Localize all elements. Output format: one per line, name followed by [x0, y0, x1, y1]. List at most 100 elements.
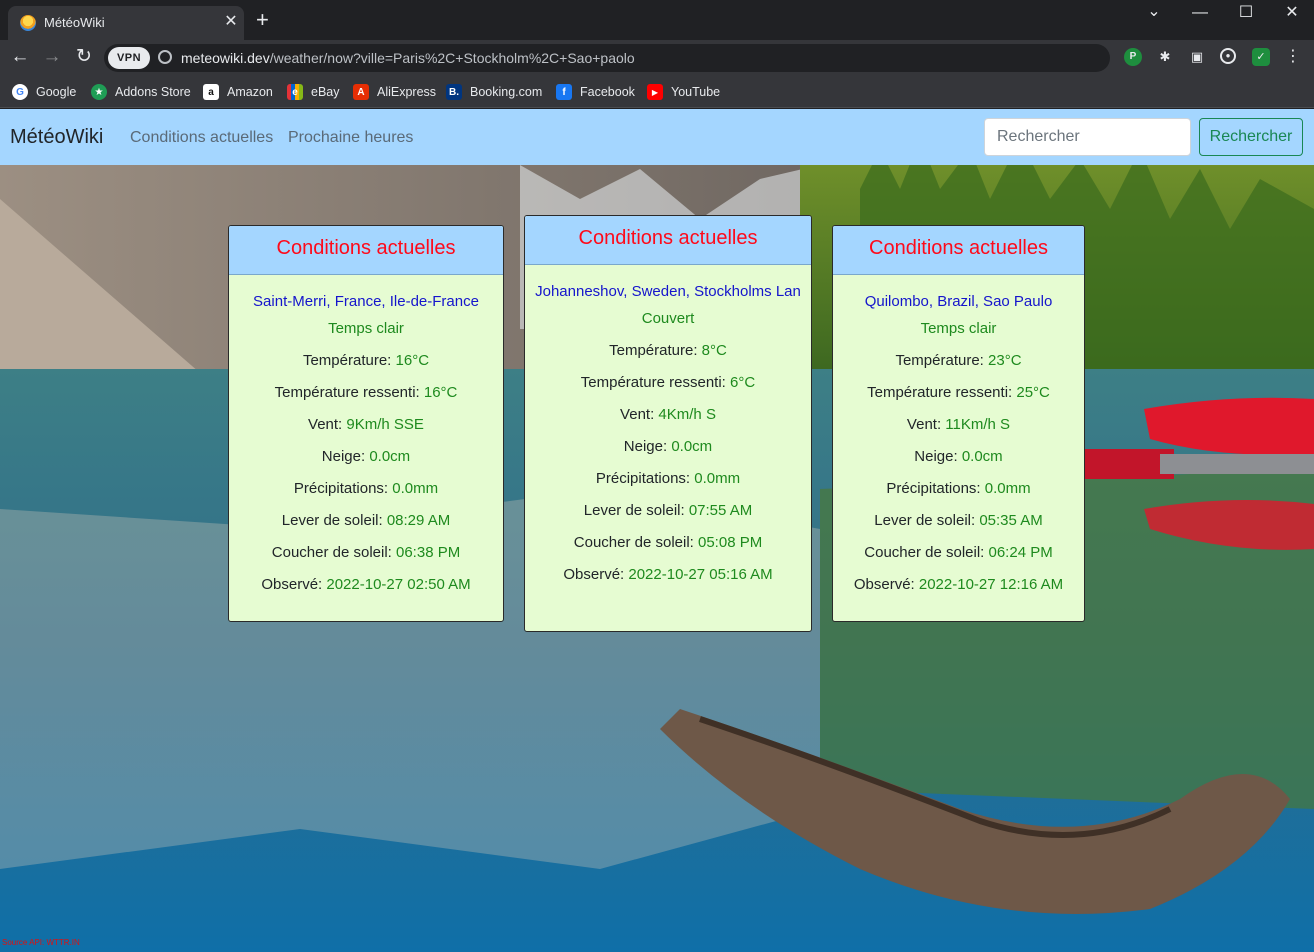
bookmark-youtube[interactable]: ▶ YouTube: [647, 83, 720, 101]
sunset-value: 05:08 PM: [698, 534, 763, 551]
precip-value: 0.0mm: [392, 480, 439, 497]
reload-icon[interactable]: ↻: [72, 47, 96, 67]
wind-label: Vent:: [308, 416, 347, 433]
close-window-icon[interactable]: ✕: [1282, 4, 1302, 22]
site-brand[interactable]: MétéoWiki: [10, 126, 103, 149]
bookmark-label: eBay: [311, 85, 340, 99]
card-header: Conditions actuelles: [525, 216, 811, 265]
sunset-value: 06:24 PM: [988, 544, 1053, 561]
temperature-value: 8°C: [701, 342, 727, 359]
bookmark-label: YouTube: [671, 85, 721, 99]
browser-tabstrip: MétéoWiki ✕ + ⌄ — ☐ ✕: [0, 0, 1314, 40]
url-path: /weather/now?ville=Paris%2C+Stockholm%2C…: [269, 50, 635, 66]
snow-value: 0.0cm: [961, 448, 1003, 465]
side-panel-icon[interactable]: ▣: [1188, 48, 1206, 66]
url-host: meteowiki.dev: [181, 50, 270, 66]
temperature-row: Température: 8°C: [535, 341, 801, 373]
close-tab-icon[interactable]: ✕: [222, 13, 240, 31]
feels-like-row: Température ressenti: 6°C: [535, 373, 801, 405]
site-favicon-icon: [20, 15, 36, 31]
card-body: Quilombo, Brazil, Sao Paulo Temps clair …: [833, 275, 1084, 607]
weather-card-sao-paulo: Conditions actuelles Quilombo, Brazil, S…: [832, 225, 1085, 622]
nav-link-current-conditions[interactable]: Conditions actuelles: [130, 129, 273, 147]
wind-label: Vent:: [620, 406, 659, 423]
search-input[interactable]: [984, 118, 1191, 156]
snow-label: Neige:: [914, 448, 962, 465]
nav-link-next-hours[interactable]: Prochaine heures: [288, 129, 413, 147]
bookmark-aliexpress[interactable]: A AliExpress: [353, 83, 436, 101]
bookmark-ebay[interactable]: e eBay: [287, 83, 340, 101]
temperature-value: 23°C: [988, 352, 1022, 369]
youtube-icon: ▶: [647, 84, 663, 100]
card-condition: Temps clair: [920, 320, 997, 337]
sunset-value: 06:38 PM: [396, 544, 461, 561]
extension-shield-icon[interactable]: ✓: [1252, 48, 1270, 66]
snow-value: 0.0cm: [671, 438, 713, 455]
sunset-label: Coucher de soleil:: [271, 544, 396, 561]
bookmark-booking[interactable]: B. Booking.com: [446, 83, 542, 101]
url-text[interactable]: meteowiki.dev/weather/now?ville=Paris%2C…: [181, 50, 635, 66]
precip-label: Précipitations:: [293, 480, 393, 497]
minimize-icon[interactable]: —: [1190, 4, 1210, 22]
extensions-puzzle-icon[interactable]: ✱: [1156, 48, 1174, 66]
bookmark-facebook[interactable]: f Facebook: [556, 83, 635, 101]
snow-label: Neige:: [321, 448, 370, 465]
extension-p-icon[interactable]: P: [1124, 48, 1142, 66]
bookmark-label: Google: [36, 85, 77, 99]
card-location: Johanneshov, Sweden, Stockholms Lan: [535, 283, 801, 300]
precip-label: Précipitations:: [595, 470, 695, 487]
weather-card-stockholm: Conditions actuelles Johanneshov, Sweden…: [524, 215, 812, 632]
site-info-icon[interactable]: [158, 50, 172, 64]
observed-row: Observé: 2022-10-27 12:16 AM: [843, 575, 1074, 607]
bookmark-addons-store[interactable]: ★ Addons Store: [91, 83, 191, 101]
feels-like-label: Température ressenti:: [274, 384, 424, 401]
bookmark-label: Booking.com: [470, 85, 543, 99]
aliexpress-icon: A: [353, 84, 369, 100]
sunrise-row: Lever de soleil: 05:35 AM: [843, 511, 1074, 543]
weather-card-paris: Conditions actuelles Saint-Merri, France…: [228, 225, 504, 622]
temperature-row: Température: 23°C: [843, 351, 1074, 383]
feels-like-label: Température ressenti:: [867, 384, 1017, 401]
bookmark-label: Amazon: [227, 85, 273, 99]
facebook-icon: f: [556, 84, 572, 100]
wind-value: 4Km/h S: [658, 406, 716, 423]
wind-row: Vent: 11Km/h S: [843, 415, 1074, 447]
tab-title: MétéoWiki: [44, 15, 105, 30]
address-bar[interactable]: VPN meteowiki.dev/weather/now?ville=Pari…: [104, 44, 1110, 72]
feels-like-label: Température ressenti:: [580, 374, 731, 391]
browser-menu-icon[interactable]: ⋮: [1284, 48, 1302, 66]
precip-value: 0.0mm: [984, 480, 1031, 497]
wind-row: Vent: 9Km/h SSE: [239, 415, 493, 447]
sunrise-value: 05:35 AM: [979, 512, 1043, 529]
precip-value: 0.0mm: [694, 470, 741, 487]
observed-row: Observé: 2022-10-27 05:16 AM: [535, 565, 801, 597]
wind-row: Vent: 4Km/h S: [535, 405, 801, 437]
temperature-row: Température: 16°C: [239, 351, 493, 383]
back-arrow-icon[interactable]: ←: [8, 47, 32, 67]
ebay-icon: e: [287, 84, 303, 100]
site-navbar: MétéoWiki Conditions actuelles Prochaine…: [0, 109, 1314, 165]
precip-row: Précipitations: 0.0mm: [239, 479, 493, 511]
tab-search-icon[interactable]: ⌄: [1144, 3, 1164, 21]
bookmark-amazon[interactable]: a Amazon: [203, 83, 273, 101]
api-credit-text: Source API: WTTR.IN: [2, 938, 80, 947]
feels-like-value: 16°C: [423, 384, 458, 401]
temperature-label: Température:: [609, 342, 702, 359]
browser-tab[interactable]: MétéoWiki ✕: [8, 6, 244, 40]
bookmark-google[interactable]: G Google: [12, 83, 76, 101]
profile-icon[interactable]: ●: [1220, 48, 1236, 64]
bookmark-label: Facebook: [580, 85, 635, 99]
precip-row: Précipitations: 0.0mm: [843, 479, 1074, 511]
feels-like-row: Température ressenti: 16°C: [239, 383, 493, 415]
maximize-icon[interactable]: ☐: [1236, 4, 1256, 22]
temperature-value: 16°C: [395, 352, 430, 369]
sunrise-label: Lever de soleil:: [583, 502, 689, 519]
forward-arrow-icon[interactable]: →: [40, 47, 64, 67]
web-page: MétéoWiki Conditions actuelles Prochaine…: [0, 109, 1314, 952]
vpn-badge[interactable]: VPN: [108, 47, 150, 69]
snow-row: Neige: 0.0cm: [239, 447, 493, 479]
sunset-row: Coucher de soleil: 06:38 PM: [239, 543, 493, 575]
new-tab-button[interactable]: +: [256, 9, 269, 31]
observed-label: Observé:: [853, 576, 919, 593]
search-button[interactable]: Rechercher: [1199, 118, 1303, 156]
